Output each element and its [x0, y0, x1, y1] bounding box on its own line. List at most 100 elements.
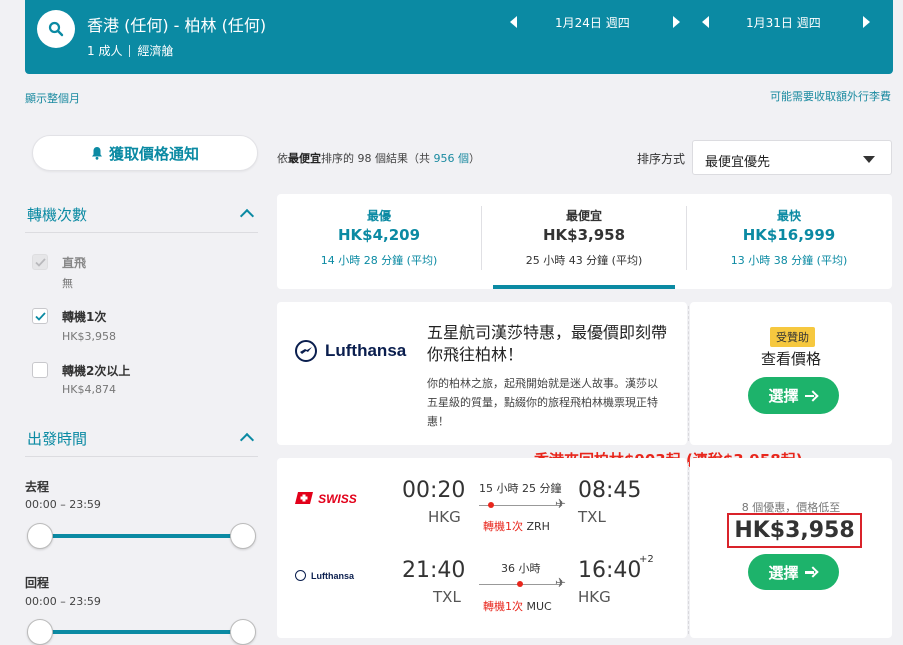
tab-title: 最便宜: [565, 209, 602, 223]
lufthansa-logo: Lufthansa: [295, 340, 406, 362]
divider: [25, 232, 258, 233]
sort-label: 排序方式: [637, 152, 686, 166]
inbound-arrive-time: 16:40: [578, 558, 642, 583]
chevron-up-icon[interactable]: [239, 432, 255, 448]
return-time-range: 00:00 – 23:59: [25, 595, 101, 608]
outbound-arrive-code: TXL: [578, 508, 606, 526]
ad-headline: 五星航司漢莎特惠，最優價即刻帶你飛往柏林！: [427, 323, 668, 364]
result-select-button[interactable]: 選擇: [748, 554, 839, 590]
tab-cheapest[interactable]: 最便宜 HK$3,958 25 小時 43 分鐘 (平均): [482, 194, 686, 289]
route-text: 香港 (任何) - 柏林 (任何): [87, 16, 267, 35]
return-next-icon[interactable]: [863, 16, 870, 28]
tab-duration: 25 小時 43 分鐘 (平均): [525, 254, 643, 267]
stop-dot: [517, 581, 523, 587]
passenger-cabin-text: 1 成人 經濟艙: [87, 42, 173, 59]
search-button[interactable]: [37, 10, 75, 48]
outbound-time-label: 去程: [25, 480, 50, 494]
result-price-panel: [690, 458, 892, 638]
depart-date[interactable]: 1月24日 週四: [555, 14, 630, 31]
whole-month-link[interactable]: 顯示整個月: [25, 90, 80, 106]
ad-cta-label: 查看價格: [760, 350, 821, 368]
lufthansa-logo: Lufthansa: [295, 570, 354, 581]
inbound-via: MUC: [526, 600, 552, 613]
times-filter-title[interactable]: 出發時間: [27, 428, 87, 449]
sponsored-badge: 受贊助: [770, 327, 815, 347]
inbound-stops: 轉機1次 MUC: [483, 598, 552, 614]
stop-dot: [488, 502, 494, 508]
stops-direct-price: 無: [62, 277, 73, 290]
search-summary-bar[interactable]: 香港 (任何) - 柏林 (任何) 1 成人 經濟艙 1月24日 週四 1月31日…: [25, 0, 893, 74]
outbound-stops: 轉機1次 ZRH: [483, 518, 550, 534]
chevron-up-icon[interactable]: [239, 208, 255, 224]
stops-two-plus-label[interactable]: 轉機2次以上: [62, 362, 130, 379]
bell-icon: [91, 147, 102, 160]
stops-direct-label: 直飛: [62, 256, 87, 270]
divider: [25, 456, 258, 457]
summary-sort-key: 最便宜: [288, 152, 321, 165]
sort-tabs: 最優 HK$4,209 14 小時 28 分鐘 (平均) 最便宜 HK$3,95…: [277, 194, 892, 289]
return-time-slider[interactable]: [40, 630, 244, 634]
summary-count: 排序的 98 個結果（共: [321, 152, 434, 165]
divider: [688, 306, 689, 441]
outbound-time-slider[interactable]: [40, 534, 244, 538]
depart-next-icon[interactable]: [673, 16, 680, 28]
outbound-slider-max-handle[interactable]: [230, 523, 256, 549]
plane-icon: ✈: [555, 576, 566, 591]
tab-best[interactable]: 最優 HK$4,209 14 小時 28 分鐘 (平均): [277, 194, 481, 289]
outbound-slider-min-handle[interactable]: [27, 523, 53, 549]
stops-one-label[interactable]: 轉機1次: [62, 308, 106, 325]
outbound-depart-code: HKG: [428, 508, 461, 526]
crane-icon: [295, 570, 306, 581]
tab-price: HK$16,999: [742, 226, 836, 244]
baggage-fee-link[interactable]: 可能需要收取額外行李費: [770, 88, 891, 104]
stops-one-checkbox[interactable]: [32, 308, 48, 324]
tab-duration: 14 小時 28 分鐘 (平均): [320, 254, 438, 267]
inbound-stops-count: 轉機1次: [483, 600, 523, 613]
chevron-down-icon: [863, 156, 875, 163]
ad-select-button[interactable]: 選擇: [748, 377, 839, 414]
select-label: 選擇: [768, 387, 799, 405]
return-slider-min-handle[interactable]: [27, 619, 53, 645]
outbound-airline: SWISS: [318, 492, 357, 506]
arrow-right-icon: [804, 566, 819, 578]
stops-two-plus-price: HK$4,874: [62, 383, 116, 396]
return-prev-icon[interactable]: [702, 16, 709, 28]
active-tab-indicator: [493, 285, 675, 289]
result-price: HK$3,958: [727, 513, 862, 548]
stops-two-plus-checkbox[interactable]: [32, 362, 48, 378]
tab-fastest[interactable]: 最快 HK$16,999 13 小時 38 分鐘 (平均): [687, 194, 891, 289]
stops-filter-title[interactable]: 轉機次數: [27, 204, 87, 225]
swiss-logo: SWISS: [295, 488, 357, 507]
inbound-depart-code: TXL: [433, 588, 461, 606]
tab-title: 最優: [366, 209, 391, 223]
summary-total-link[interactable]: 956 個: [434, 152, 470, 165]
select-label: 選擇: [768, 563, 799, 582]
arrow-right-icon: [804, 390, 819, 402]
divider: [688, 462, 689, 634]
return-time-label: 回程: [25, 576, 50, 590]
return-date[interactable]: 1月31日 週四: [746, 14, 821, 31]
tab-price: HK$4,209: [337, 226, 421, 244]
outbound-depart-time: 00:20: [402, 478, 466, 503]
ad-airline-name: Lufthansa: [325, 341, 407, 360]
ad-cta-panel: [690, 302, 892, 445]
inbound-airline: Lufthansa: [311, 570, 355, 581]
sort-select[interactable]: 最便宜優先: [692, 140, 892, 175]
search-icon: [48, 21, 64, 37]
summary-end: ）: [469, 152, 480, 165]
outbound-time-range: 00:00 – 23:59: [25, 498, 101, 511]
stops-one-price: HK$3,958: [62, 330, 116, 343]
inbound-depart-time: 21:40: [402, 558, 466, 583]
plane-icon: ✈: [555, 497, 566, 512]
sponsored-ad-card[interactable]: Lufthansa 五星航司漢莎特惠，最優價即刻帶你飛往柏林！ 你的柏林之旅，起…: [277, 302, 687, 445]
flight-result-card[interactable]: SWISS 00:20 HKG 15 小時 25 分鐘 ✈ 轉機1次 ZRH 0…: [277, 458, 687, 638]
results-summary: 依最便宜排序的 98 個結果（共 956 個）: [277, 150, 480, 166]
outbound-stops-count: 轉機1次: [483, 520, 523, 533]
depart-prev-icon[interactable]: [510, 16, 517, 28]
tab-price: HK$3,958: [542, 226, 626, 244]
price-alert-button[interactable]: 獲取價格通知: [32, 135, 258, 171]
check-icon: [34, 311, 46, 321]
summary-prefix: 依: [277, 152, 288, 165]
return-slider-max-handle[interactable]: [230, 619, 256, 645]
ad-description: 你的柏林之旅，起飛開始就是迷人故事。漢莎以五星級的質量，點綴你的旅程飛柏林機票現…: [427, 377, 658, 428]
